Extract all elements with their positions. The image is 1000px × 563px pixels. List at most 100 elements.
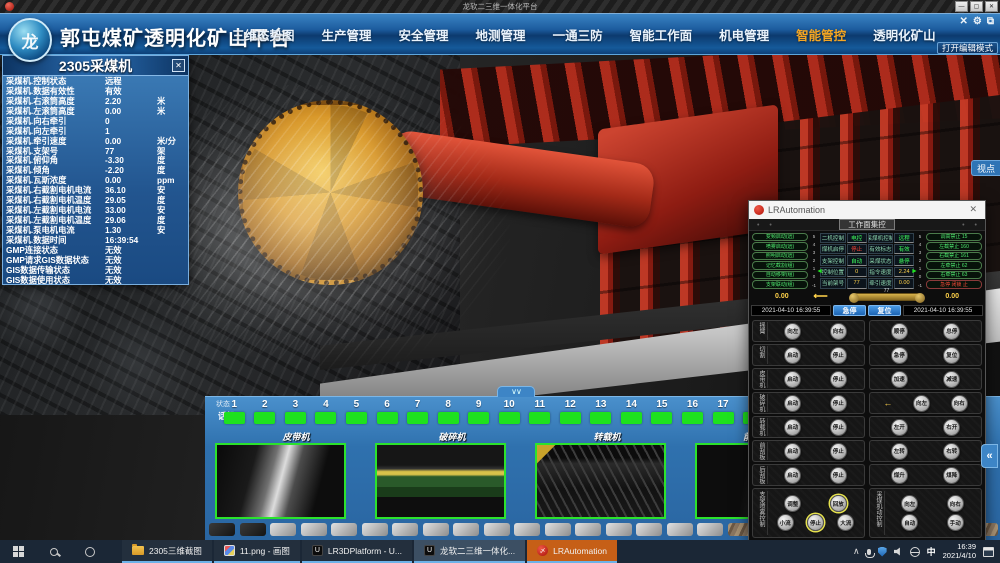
control-button[interactable]: 煤降	[943, 467, 960, 484]
nav-item[interactable]: 生产管理	[322, 25, 372, 44]
control-button[interactable]: 右开	[943, 419, 960, 436]
control-button[interactable]: 大流	[837, 514, 854, 531]
control-button[interactable]: 向右	[947, 495, 964, 512]
cortana-button[interactable]	[72, 540, 108, 563]
filmstrip-chip[interactable]	[392, 523, 418, 536]
filmstrip-chip[interactable]	[423, 523, 449, 536]
control-button[interactable]: 自动	[901, 514, 918, 531]
network-icon[interactable]	[910, 547, 920, 557]
lr-titlebar[interactable]: LRAutomation ✕	[749, 201, 985, 219]
control-button[interactable]: 启动	[784, 467, 801, 484]
speaker-icon[interactable]	[894, 547, 903, 556]
control-button[interactable]: 手动	[947, 514, 964, 531]
control-button[interactable]: 启动	[784, 419, 801, 436]
control-button[interactable]: 总停	[943, 323, 960, 340]
control-button[interactable]: 煤升	[891, 467, 908, 484]
maximize-icon[interactable]: ▢	[970, 1, 983, 12]
start-button[interactable]	[0, 540, 36, 563]
control-button[interactable]: 启动	[784, 347, 801, 364]
close-icon[interactable]: ✕	[985, 1, 998, 12]
control-button[interactable]: 向左	[913, 395, 930, 412]
taskbar-item[interactable]: 〆LRAutomation	[527, 540, 617, 563]
control-button[interactable]: 向左	[901, 495, 918, 512]
filmstrip-chip[interactable]	[545, 523, 571, 536]
filmstrip-chip[interactable]	[362, 523, 388, 536]
tab-face-control[interactable]: 工作面集控	[839, 219, 895, 230]
filmstrip-chip[interactable]	[697, 523, 723, 536]
nav-item[interactable]: 三维态势图	[232, 25, 295, 44]
lr-mode-button[interactable]: 喷雾启动(远)	[752, 242, 808, 251]
filmstrip-chip[interactable]	[453, 523, 479, 536]
lr-estop-button[interactable]: 急停 闭锁 止	[926, 280, 982, 289]
microphone-icon[interactable]	[867, 549, 871, 555]
control-button[interactable]: 停止	[830, 467, 847, 484]
reset-button[interactable]: 复位	[868, 305, 901, 316]
lr-mode-button[interactable]: 左截禁止 160	[926, 242, 982, 251]
filmstrip-chip[interactable]	[575, 523, 601, 536]
filmstrip-chip[interactable]	[636, 523, 662, 536]
filmstrip-chip[interactable]	[331, 523, 357, 536]
nav-item[interactable]: 安全管理	[399, 25, 449, 44]
filmstrip-chip[interactable]	[667, 523, 693, 536]
lr-mode-button[interactable]: 变频启动(远)	[752, 233, 808, 242]
clock[interactable]: 16:39 2021/4/10	[943, 543, 976, 560]
control-button[interactable]: 停止	[830, 443, 847, 460]
lr-mode-button[interactable]: 支架联动(组)	[752, 280, 808, 289]
taskbar-item[interactable]: ULR3DPlatform - U...	[302, 540, 412, 563]
control-button[interactable]: 向右	[830, 323, 847, 340]
filmstrip-chip[interactable]	[209, 523, 235, 536]
ime-indicator[interactable]: 中	[927, 545, 936, 558]
security-shield-icon[interactable]	[878, 547, 887, 557]
control-button[interactable]: 小流	[777, 514, 794, 531]
filmstrip-chip[interactable]	[270, 523, 296, 536]
control-button[interactable]: 停止	[830, 347, 847, 364]
control-button[interactable]: 调整	[784, 495, 801, 512]
control-button[interactable]: 停止	[807, 514, 824, 531]
lr-mode-button[interactable]: 调高禁止 15	[926, 233, 982, 242]
restore-icon[interactable]: ⧉	[987, 16, 994, 27]
nav-item[interactable]: 智能管控	[796, 25, 846, 44]
tools-icon[interactable]: ✕	[960, 16, 968, 27]
control-button[interactable]: 启动	[784, 371, 801, 388]
taskbar-item[interactable]: 11.png - 画图	[214, 540, 300, 563]
filmstrip-chip[interactable]	[484, 523, 510, 536]
control-button[interactable]: 急停	[891, 347, 908, 364]
minimize-icon[interactable]: —	[955, 1, 968, 12]
lr-mode-button[interactable]: 自动移架(组)	[752, 271, 808, 280]
nav-item[interactable]: 智能工作面	[630, 25, 693, 44]
control-button[interactable]: 左开	[891, 419, 908, 436]
filmstrip-chip[interactable]	[514, 523, 540, 536]
nav-item[interactable]: 地测管理	[476, 25, 526, 44]
close-icon[interactable]: ✕	[966, 204, 980, 215]
camera-thumb[interactable]	[535, 443, 666, 519]
nav-item[interactable]: 透明化矿山	[873, 25, 936, 44]
viewpoint-tab[interactable]: 视点	[971, 160, 1000, 176]
filmstrip-chip[interactable]	[606, 523, 632, 536]
notification-center-icon[interactable]	[983, 547, 994, 557]
control-button[interactable]: 右转	[943, 443, 960, 460]
taskbar-item[interactable]: U龙软二三维一体化...	[414, 540, 525, 563]
emergency-stop-button[interactable]: 急停	[833, 305, 866, 316]
control-button[interactable]: 停止	[830, 419, 847, 436]
lr-mode-button[interactable]: 右截禁止 161	[926, 252, 982, 261]
lr-mode-button[interactable]: 右牵禁止 63	[926, 271, 982, 280]
control-button[interactable]: 减速	[943, 371, 960, 388]
collapse-down-icon[interactable]: ∨∨	[497, 386, 535, 397]
control-button[interactable]: 停止	[830, 395, 847, 412]
taskbar-item[interactable]: 2305三维截图	[122, 540, 212, 563]
nav-item[interactable]: 一通三防	[553, 25, 603, 44]
control-button[interactable]: 加速	[891, 371, 908, 388]
settings-gear-icon[interactable]: ⚙	[973, 16, 982, 27]
control-button[interactable]: 停止	[830, 371, 847, 388]
lr-mode-button[interactable]: 记忆截割(组)	[752, 261, 808, 270]
control-button[interactable]: 启动	[784, 395, 801, 412]
close-icon[interactable]: ✕	[172, 59, 185, 72]
filmstrip-chip[interactable]	[240, 523, 266, 536]
control-button[interactable]: 启动	[784, 443, 801, 460]
panel-collapse-left-icon[interactable]: «	[981, 444, 998, 468]
camera-thumb[interactable]	[375, 443, 506, 519]
lr-mode-button[interactable]: 照明启动(远)	[752, 252, 808, 261]
filmstrip-chip[interactable]	[301, 523, 327, 536]
camera-thumb[interactable]	[215, 443, 346, 519]
search-button[interactable]	[36, 540, 72, 563]
